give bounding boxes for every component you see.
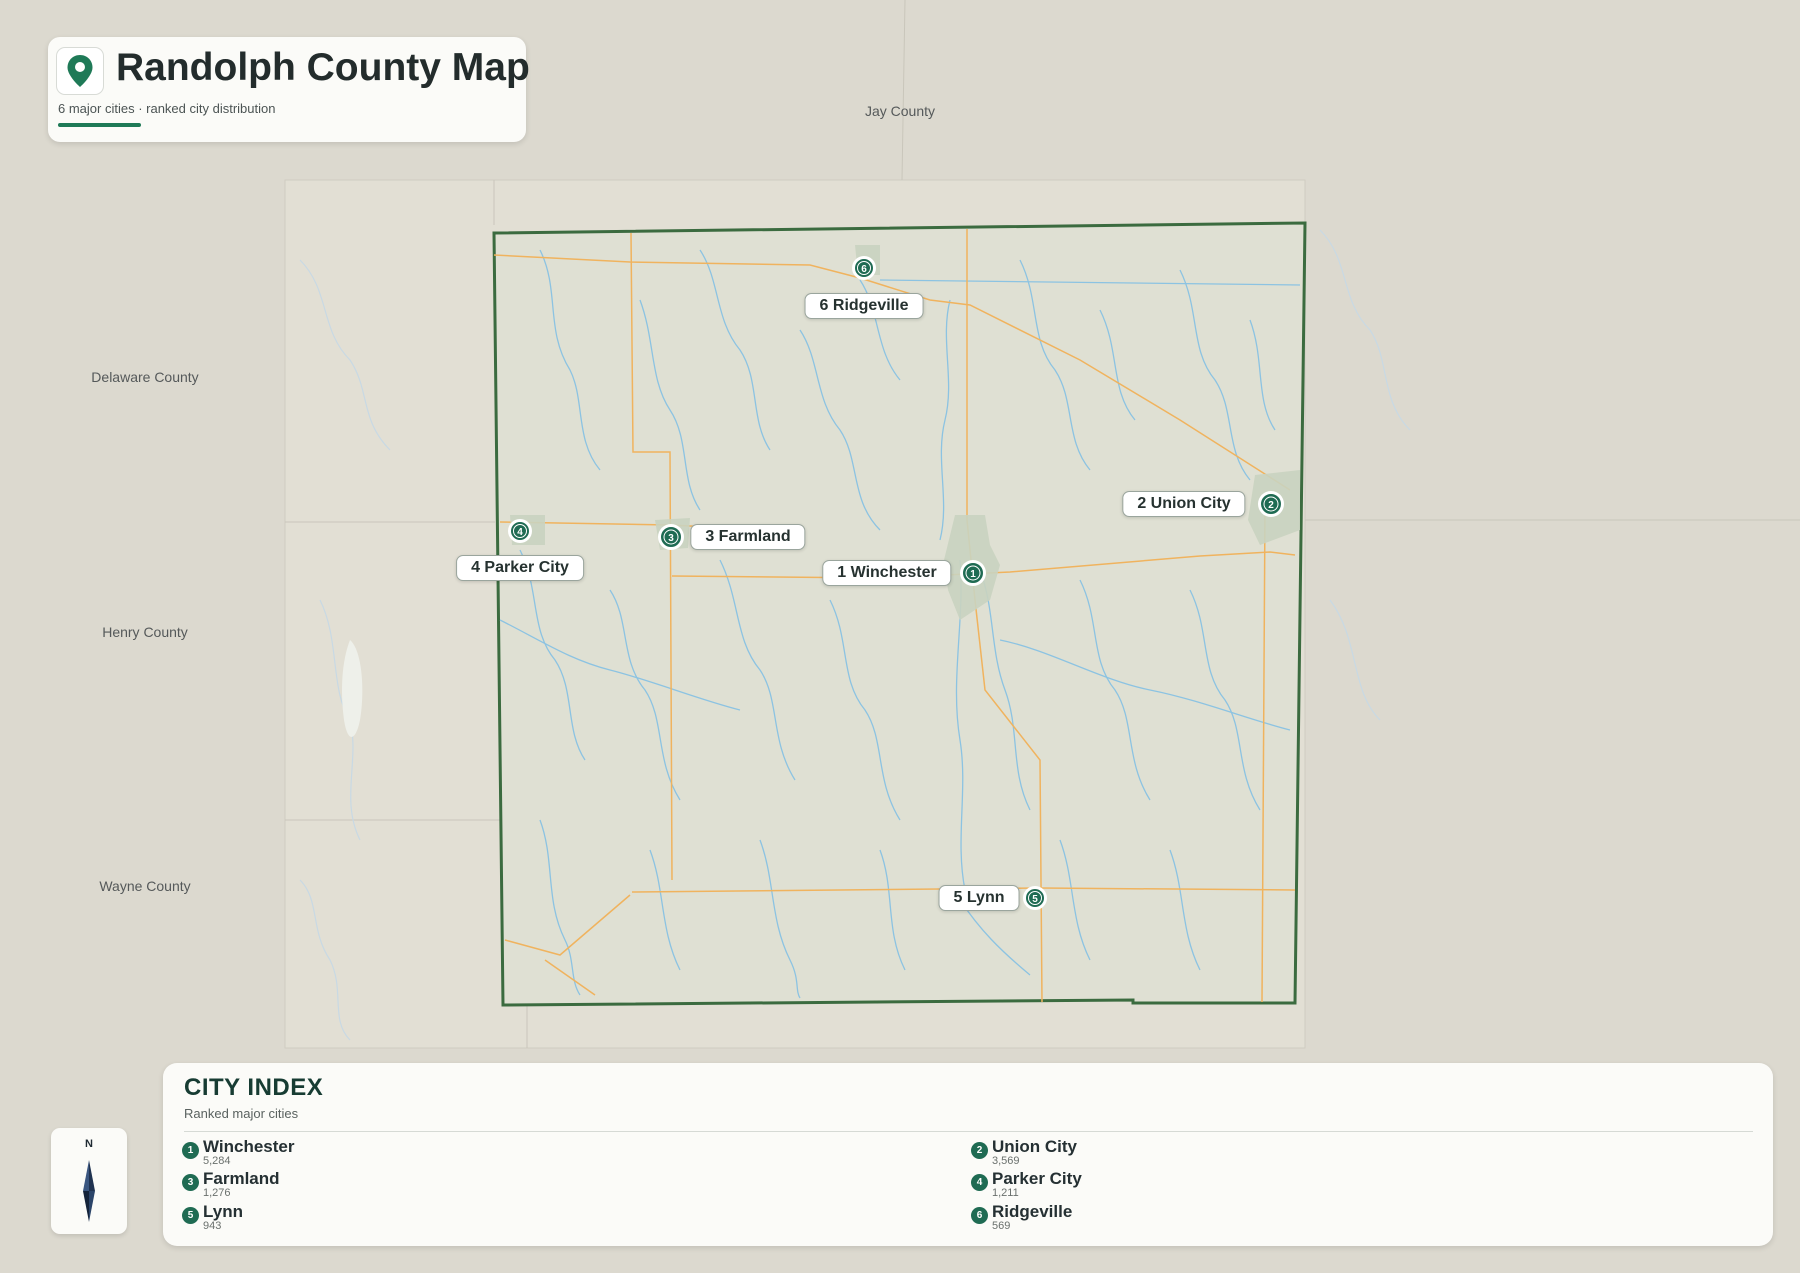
- city-index-item-3[interactable]: 3 Farmland 1,276: [182, 1167, 682, 1199]
- city-marker-6[interactable]: 6: [852, 256, 876, 280]
- city-population: 1,211: [992, 1187, 1019, 1199]
- city-label-farmland[interactable]: 3 Farmland: [690, 524, 806, 550]
- rank-badge: 2: [971, 1142, 988, 1159]
- compass: N: [51, 1128, 127, 1234]
- city-index-subtitle: Ranked major cities: [184, 1106, 299, 1121]
- city-index-divider: [184, 1131, 1753, 1132]
- county-label-henry: Henry County: [102, 624, 188, 640]
- county-label-delaware: Delaware County: [91, 369, 198, 385]
- city-index-title: CITY INDEX: [184, 1074, 324, 1101]
- city-index-item-4[interactable]: 4 Parker City 1,211: [971, 1167, 1471, 1199]
- city-index-item-2[interactable]: 2 Union City 3,569: [971, 1135, 1471, 1167]
- compass-north-label: N: [85, 1138, 93, 1150]
- svg-text:3: 3: [668, 533, 674, 544]
- city-population: 569: [992, 1220, 1011, 1232]
- city-index-list: 1 Winchester 5,284 2 Union City 3,569 3 …: [182, 1135, 1772, 1235]
- svg-text:1: 1: [970, 569, 976, 580]
- city-population: 1,276: [203, 1187, 231, 1199]
- city-index-item-1[interactable]: 1 Winchester 5,284: [182, 1135, 682, 1167]
- city-label-lynn[interactable]: 5 Lynn: [938, 885, 1020, 911]
- city-label-union-city[interactable]: 2 Union City: [1122, 491, 1246, 517]
- city-marker-3[interactable]: 3: [658, 524, 684, 550]
- city-index-item-5[interactable]: 5 Lynn 943: [182, 1200, 682, 1232]
- city-marker-4[interactable]: 4: [508, 519, 532, 543]
- city-index-panel: CITY INDEX Ranked major cities 1 Winches…: [163, 1063, 1773, 1246]
- city-label-parker-city[interactable]: 4 Parker City: [456, 555, 584, 581]
- svg-text:5: 5: [1032, 894, 1038, 905]
- city-marker-5[interactable]: 5: [1023, 886, 1047, 910]
- city-name: Farmland: [203, 1169, 280, 1188]
- city-label-winchester[interactable]: 1 Winchester: [822, 560, 952, 586]
- svg-text:6: 6: [861, 264, 867, 275]
- city-population: 5,284: [203, 1155, 231, 1167]
- rank-badge: 3: [182, 1174, 199, 1191]
- city-label-ridgeville[interactable]: 6 Ridgeville: [804, 293, 924, 319]
- city-name: Winchester: [203, 1137, 295, 1156]
- city-name: Lynn: [203, 1202, 243, 1221]
- page-title: Randolph County Map: [116, 46, 530, 89]
- city-population: 3,569: [992, 1155, 1020, 1167]
- county-label-wayne: Wayne County: [99, 878, 190, 894]
- svg-text:2: 2: [1268, 500, 1274, 511]
- title-card: Randolph County Map 6 major cities · ran…: [48, 37, 530, 142]
- city-marker-1[interactable]: 1: [960, 560, 986, 586]
- map-pin-icon: [56, 47, 104, 95]
- city-population: 943: [203, 1220, 222, 1232]
- title-underline: [58, 123, 141, 127]
- city-name: Parker City: [992, 1169, 1082, 1188]
- county-label-jay: Jay County: [865, 103, 935, 119]
- city-name: Ridgeville: [992, 1202, 1073, 1221]
- city-marker-2[interactable]: 2: [1258, 491, 1284, 517]
- rank-badge: 1: [182, 1142, 199, 1159]
- county-boundary: [492, 221, 1307, 1007]
- city-index-item-6[interactable]: 6 Ridgeville 569: [971, 1200, 1471, 1232]
- rank-badge: 4: [971, 1174, 988, 1191]
- rank-badge: 6: [971, 1207, 988, 1224]
- city-name: Union City: [992, 1137, 1077, 1156]
- page-subtitle: 6 major cities · ranked city distributio…: [58, 101, 276, 116]
- compass-needle-icon: [83, 1160, 95, 1222]
- svg-text:4: 4: [517, 527, 523, 538]
- rank-badge: 5: [182, 1207, 199, 1224]
